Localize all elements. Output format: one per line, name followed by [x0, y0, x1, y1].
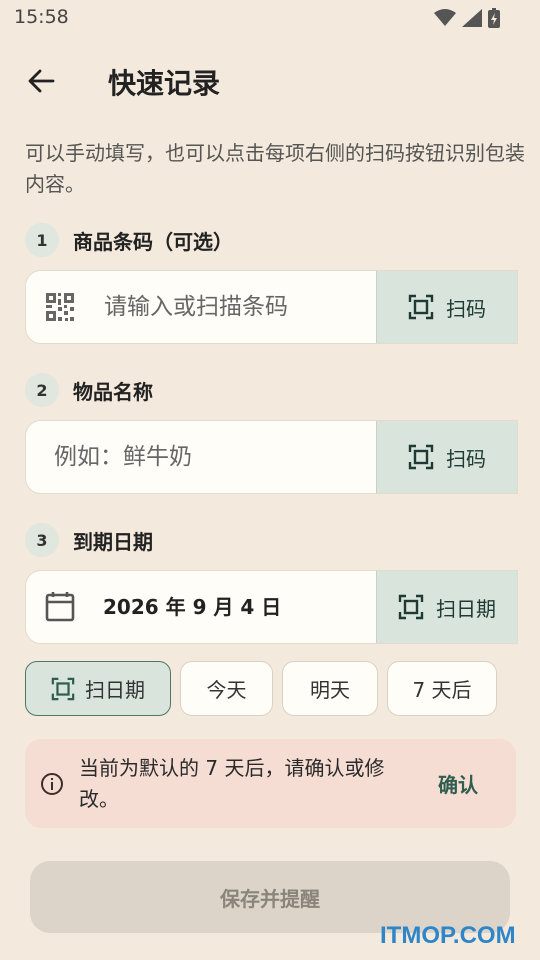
instruction-text: 可以手动填写，也可以点击每项右侧的扫码按钮识别包装内容。 [25, 141, 525, 196]
section-label: 商品条码（可选） [73, 229, 233, 254]
step-number-badge: 3 [25, 523, 59, 557]
section-label: 物品名称 [73, 379, 153, 404]
section-barcode-header: 1 商品条码（可选） [25, 223, 233, 257]
date-shortcut-chips: 扫日期 今天 明天 7 天后 [25, 661, 497, 716]
chip-label: 扫日期 [85, 678, 145, 702]
step-number-badge: 1 [25, 223, 59, 257]
scan-button-label: 扫码 [446, 296, 486, 321]
item-name-input[interactable]: 例如：鲜牛奶 [54, 421, 192, 493]
signal-icon [462, 9, 482, 27]
status-time: 15:58 [14, 6, 69, 28]
qr-code-icon [46, 293, 74, 321]
scan-button-label: 扫日期 [436, 596, 496, 621]
barcode-input[interactable]: 请输入或扫描条码 [104, 271, 288, 343]
section-name-header: 2 物品名称 [25, 373, 153, 407]
section-label: 到期日期 [73, 529, 153, 554]
chip-7-days[interactable]: 7 天后 [387, 661, 497, 716]
scan-button-label: 扫码 [446, 446, 486, 471]
chip-today[interactable]: 今天 [180, 661, 273, 716]
expiry-date-value[interactable]: 2026 年 9 月 4 日 [103, 571, 281, 643]
status-bar: 15:58 [0, 0, 540, 36]
scan-icon [51, 677, 75, 700]
calendar-icon[interactable] [44, 590, 76, 622]
expiry-date-field: 2026 年 9 月 4 日 扫日期 [25, 570, 518, 644]
watermark-text: ITMOP.COM [380, 922, 516, 949]
scan-icon [398, 594, 424, 620]
chip-tomorrow[interactable]: 明天 [282, 661, 378, 716]
scan-name-button[interactable]: 扫码 [376, 421, 517, 493]
page-title: 快速记录 [108, 67, 221, 100]
back-button[interactable] [18, 58, 64, 104]
notice-message: 当前为默认的 7 天后，请确认或修改。 [79, 756, 385, 811]
wifi-icon [434, 9, 456, 26]
scan-date-button[interactable]: 扫日期 [376, 571, 517, 643]
battery-icon [488, 8, 500, 28]
step-number-badge: 2 [25, 373, 59, 407]
default-date-notice: 当前为默认的 7 天后，请确认或修改。 确认 [25, 739, 516, 828]
section-expiry-header: 3 到期日期 [25, 523, 153, 557]
arrow-back-icon [28, 69, 55, 93]
barcode-field: 请输入或扫描条码 扫码 [25, 270, 518, 344]
confirm-button[interactable]: 确认 [438, 769, 478, 798]
info-icon [41, 773, 63, 795]
status-icons [434, 8, 500, 28]
scan-barcode-button[interactable]: 扫码 [376, 271, 517, 343]
item-name-field: 例如：鲜牛奶 扫码 [25, 420, 518, 494]
scan-icon [408, 444, 434, 470]
chip-scan-date[interactable]: 扫日期 [25, 661, 171, 716]
scan-icon [408, 294, 434, 320]
app-bar: 快速记录 [0, 48, 540, 112]
